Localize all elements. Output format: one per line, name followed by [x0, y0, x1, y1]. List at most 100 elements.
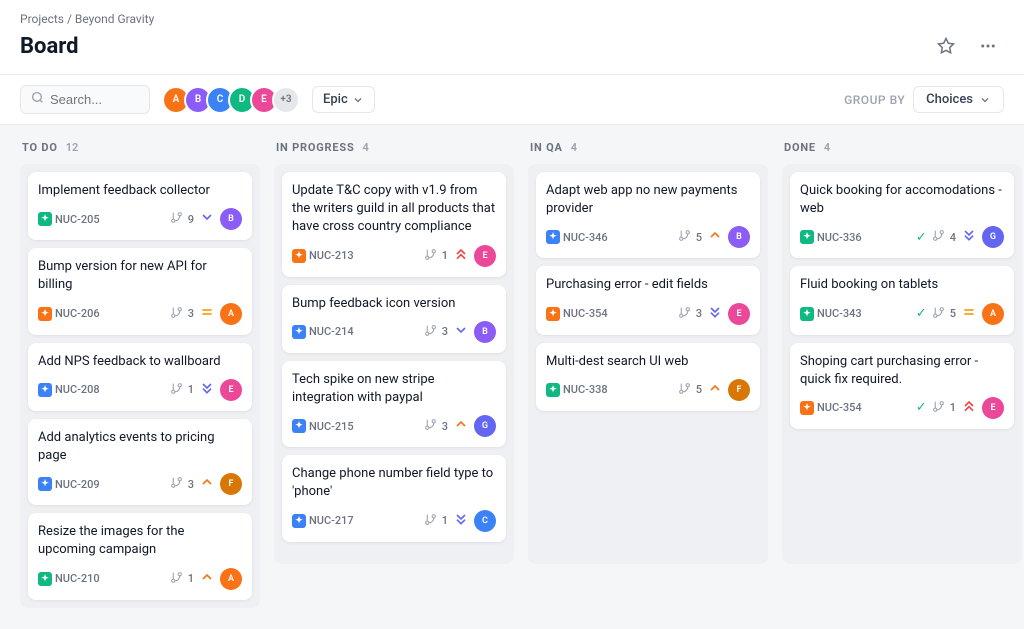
- assignee-avatar: E: [220, 379, 242, 401]
- ticket-icon: ✦: [546, 383, 560, 397]
- star-button[interactable]: [930, 30, 962, 62]
- ticket-badge: ✦ NUC-336: [800, 230, 862, 244]
- ticket-badge: ✦ NUC-343: [800, 307, 862, 321]
- branch-icon: [424, 418, 437, 434]
- story-points: 4: [950, 231, 956, 244]
- card[interactable]: Multi-dest search UI web ✦ NUC-338 5 F: [536, 343, 760, 411]
- ticket-badge: ✦ NUC-214: [292, 325, 354, 339]
- card[interactable]: Bump version for new API for billing ✦ N…: [28, 248, 252, 334]
- priority-icon: [199, 380, 215, 400]
- column-count: 4: [824, 141, 830, 154]
- branch-icon: [678, 229, 691, 245]
- ticket-id: NUC-210: [55, 572, 100, 585]
- ticket-icon: ✦: [292, 419, 306, 433]
- choices-button[interactable]: Choices: [913, 86, 1004, 113]
- board: TO DO12 Implement feedback collector ✦ N…: [0, 125, 1024, 629]
- search-input[interactable]: [50, 92, 140, 107]
- card[interactable]: Implement feedback collector ✦ NUC-205 9…: [28, 172, 252, 240]
- card-meta: ✦ NUC-208 1 E: [38, 379, 242, 401]
- toolbar-left: A B C D E +3 Epic: [20, 85, 375, 114]
- branch-icon: [932, 229, 945, 245]
- ticket-icon: ✦: [800, 307, 814, 321]
- card[interactable]: Add analytics events to pricing page ✦ N…: [28, 419, 252, 505]
- card-meta-right: ✓ 1 E: [916, 397, 1004, 419]
- card[interactable]: Add NPS feedback to wallboard ✦ NUC-208 …: [28, 343, 252, 411]
- avatar-group: A B C D E +3: [162, 86, 300, 114]
- column-header: IN QA4: [528, 141, 768, 154]
- branch-icon: [170, 571, 183, 587]
- card-meta: ✦ NUC-206 3 A: [38, 303, 242, 325]
- card[interactable]: Purchasing error - edit fields ✦ NUC-354…: [536, 266, 760, 334]
- card-title: Implement feedback collector: [38, 182, 242, 200]
- card[interactable]: Change phone number field type to 'phone…: [282, 455, 506, 541]
- ticket-badge: ✦ NUC-354: [800, 401, 862, 415]
- column-header: TO DO12: [20, 141, 260, 154]
- page-title-row: Board: [20, 30, 1004, 74]
- ticket-badge: ✦ NUC-213: [292, 249, 354, 263]
- ticket-id: NUC-208: [55, 383, 100, 396]
- avatar-extra-count: +3: [272, 86, 300, 114]
- card-title: Multi-dest search UI web: [546, 353, 750, 371]
- card[interactable]: Adapt web app no new payments provider ✦…: [536, 172, 760, 258]
- done-check-icon: ✓: [916, 400, 927, 415]
- search-icon: [31, 91, 44, 108]
- column-cards: Update T&C copy with v1.9 from the write…: [274, 164, 514, 564]
- assignee-avatar: G: [474, 415, 496, 437]
- choices-label: Choices: [926, 92, 973, 107]
- column-count: 4: [571, 141, 577, 154]
- column-title: DONE: [784, 141, 816, 154]
- card-title: Resize the images for the upcoming campa…: [38, 523, 242, 559]
- card[interactable]: Quick booking for accomodations - web ✦ …: [790, 172, 1014, 258]
- ticket-id: NUC-213: [309, 249, 354, 262]
- branch-icon: [424, 513, 437, 529]
- card-meta-right: 9 B: [170, 208, 242, 230]
- assignee-avatar: B: [728, 226, 750, 248]
- ticket-id: NUC-336: [817, 231, 862, 244]
- story-points: 5: [696, 231, 702, 244]
- ticket-icon: ✦: [292, 325, 306, 339]
- card-title: Bump version for new API for billing: [38, 258, 242, 294]
- header-actions: [930, 30, 1004, 62]
- ticket-icon: ✦: [292, 514, 306, 528]
- ticket-id: NUC-215: [309, 420, 354, 433]
- column-header: IN PROGRESS4: [274, 141, 514, 154]
- assignee-avatar: E: [728, 303, 750, 325]
- priority-icon: [961, 227, 977, 247]
- ticket-icon: ✦: [292, 249, 306, 263]
- ticket-icon: ✦: [38, 572, 52, 586]
- card-meta: ✦ NUC-336 ✓ 4 G: [800, 226, 1004, 248]
- story-points: 3: [442, 420, 448, 433]
- column-count: 12: [66, 141, 79, 154]
- ticket-id: NUC-338: [563, 383, 608, 396]
- assignee-avatar: B: [474, 321, 496, 343]
- card-title: Add NPS feedback to wallboard: [38, 353, 242, 371]
- epic-filter[interactable]: Epic: [312, 86, 375, 113]
- assignee-avatar: A: [982, 303, 1004, 325]
- toolbar: A B C D E +3 Epic GROUP BY Choices: [0, 75, 1024, 125]
- card-meta: ✦ NUC-215 3 G: [292, 415, 496, 437]
- assignee-avatar: F: [220, 473, 242, 495]
- ticket-icon: ✦: [38, 212, 52, 226]
- ticket-icon: ✦: [38, 307, 52, 321]
- card-title: Purchasing error - edit fields: [546, 276, 750, 294]
- ticket-icon: ✦: [546, 307, 560, 321]
- card-title: Shoping cart purchasing error - quick fi…: [800, 353, 1004, 389]
- card-meta-right: 1 E: [170, 379, 242, 401]
- card[interactable]: Bump feedback icon version ✦ NUC-214 3 B: [282, 285, 506, 353]
- card[interactable]: Update T&C copy with v1.9 from the write…: [282, 172, 506, 277]
- story-points: 1: [188, 572, 194, 585]
- card[interactable]: Shoping cart purchasing error - quick fi…: [790, 343, 1014, 429]
- ticket-badge: ✦ NUC-209: [38, 477, 100, 491]
- search-box[interactable]: [20, 85, 150, 114]
- story-points: 3: [696, 307, 702, 320]
- ticket-id: NUC-209: [55, 478, 100, 491]
- card[interactable]: Tech spike on new stripe integration wit…: [282, 361, 506, 447]
- more-button[interactable]: [972, 30, 1004, 62]
- card[interactable]: Fluid booking on tablets ✦ NUC-343 ✓ 5 A: [790, 266, 1014, 334]
- story-points: 5: [950, 307, 956, 320]
- priority-icon: [453, 511, 469, 531]
- epic-label: Epic: [323, 92, 348, 107]
- priority-icon: [199, 209, 215, 229]
- card-meta: ✦ NUC-213 1 E: [292, 245, 496, 267]
- card[interactable]: Resize the images for the upcoming campa…: [28, 513, 252, 599]
